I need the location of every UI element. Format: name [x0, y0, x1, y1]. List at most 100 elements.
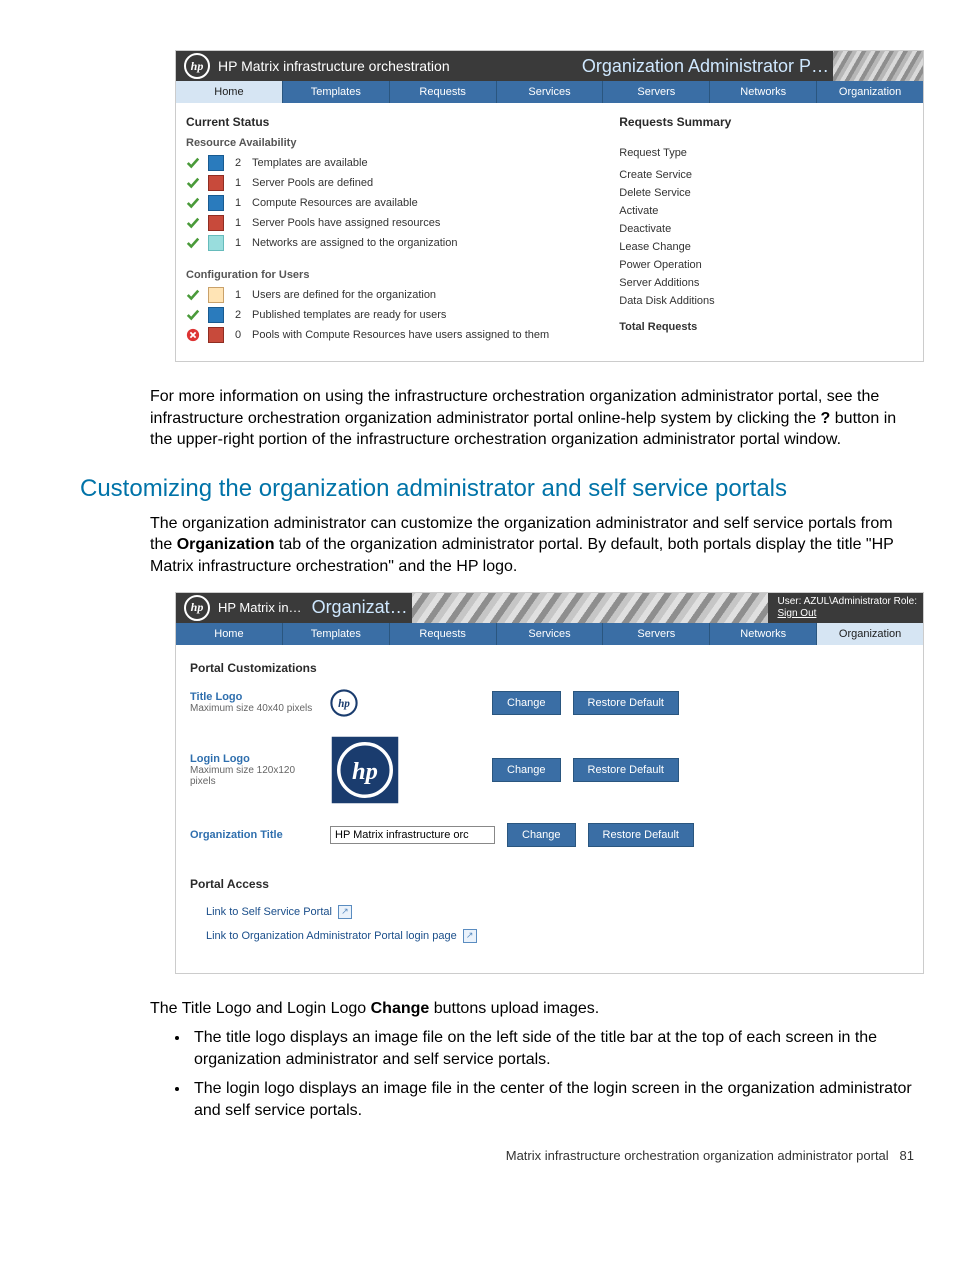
- count: 1: [232, 197, 244, 209]
- network-icon: [208, 235, 224, 251]
- status-row: 1 Users are defined for the organization: [186, 287, 599, 303]
- status-text: Users are defined for the organization: [252, 289, 436, 301]
- status-text: Server Pools are defined: [252, 177, 373, 189]
- status-row: 1 Server Pools are defined: [186, 175, 599, 191]
- requests-summary-title: Requests Summary: [619, 115, 913, 129]
- status-row: 0 Pools with Compute Resources have user…: [186, 327, 599, 343]
- sign-out-link[interactable]: Sign Out: [778, 608, 918, 620]
- count: 1: [232, 217, 244, 229]
- tab-home[interactable]: Home: [176, 81, 283, 103]
- svg-text:hp: hp: [338, 698, 350, 710]
- tab-requests[interactable]: Requests: [390, 81, 497, 103]
- template-icon: [208, 307, 224, 323]
- restore-default-button[interactable]: Restore Default: [573, 758, 679, 782]
- total-requests: Total Requests: [619, 321, 913, 333]
- status-row: 1 Compute Resources are available: [186, 195, 599, 211]
- tab-networks[interactable]: Networks: [710, 623, 817, 645]
- login-logo-preview: hp: [330, 735, 400, 805]
- check-icon: [186, 176, 200, 190]
- check-icon: [186, 216, 200, 230]
- change-button[interactable]: Change: [492, 758, 561, 782]
- external-link-icon: ↗: [463, 929, 477, 943]
- status-row: 1 Networks are assigned to the organizat…: [186, 235, 599, 251]
- login-logo-row: Login Logo Maximum size 120x120 pixels h…: [190, 735, 909, 805]
- label: Organization Title: [190, 829, 318, 841]
- restore-default-button[interactable]: Restore Default: [588, 823, 694, 847]
- app-title: HP Matrix in…: [218, 600, 302, 615]
- user-icon: [208, 287, 224, 303]
- screenshot-admin-portal-home: hp HP Matrix infrastructure orchestratio…: [175, 50, 924, 362]
- resource-availability-title: Resource Availability: [186, 137, 599, 149]
- portal-title: Organization Administrator P…: [582, 56, 829, 77]
- request-type-item: Activate: [619, 205, 913, 217]
- header-photo: [412, 593, 768, 623]
- external-link-icon: ↗: [338, 905, 352, 919]
- count: 1: [232, 237, 244, 249]
- title-bar: hp HP Matrix in… Organizat… User: AZUL\A…: [176, 593, 923, 623]
- user-info: User: AZUL\Administrator Role: Sign Out: [772, 594, 924, 622]
- tab-requests[interactable]: Requests: [390, 623, 497, 645]
- tab-servers[interactable]: Servers: [603, 623, 710, 645]
- app-title: HP Matrix infrastructure orchestration: [218, 58, 450, 74]
- paragraph: The Title Logo and Login Logo Change but…: [150, 998, 914, 1020]
- user-label: User: AZUL\Administrator Role:: [778, 596, 918, 608]
- tab-templates[interactable]: Templates: [283, 623, 390, 645]
- error-icon: [186, 328, 200, 342]
- portal-customizations-title: Portal Customizations: [190, 661, 909, 675]
- hint: Maximum size 120x120 pixels: [190, 765, 318, 787]
- request-type-item: Create Service: [619, 169, 913, 181]
- tab-bar: Home Templates Requests Services Servers…: [176, 81, 923, 103]
- hp-logo-icon: hp: [184, 595, 210, 621]
- template-icon: [208, 155, 224, 171]
- restore-default-button[interactable]: Restore Default: [573, 691, 679, 715]
- request-type-item: Delete Service: [619, 187, 913, 199]
- status-text: Server Pools have assigned resources: [252, 217, 440, 229]
- portal-access-title: Portal Access: [190, 877, 909, 891]
- tab-organization[interactable]: Organization: [817, 623, 923, 645]
- pool-icon: [208, 175, 224, 191]
- current-status-title: Current Status: [186, 115, 599, 129]
- hp-logo-icon: hp: [184, 53, 210, 79]
- check-icon: [186, 196, 200, 210]
- status-row: 1 Server Pools have assigned resources: [186, 215, 599, 231]
- status-text: Templates are available: [252, 157, 368, 169]
- tab-templates[interactable]: Templates: [283, 81, 390, 103]
- screenshot-portal-customizations: hp HP Matrix in… Organizat… User: AZUL\A…: [175, 592, 924, 974]
- tab-services[interactable]: Services: [497, 623, 604, 645]
- tab-servers[interactable]: Servers: [603, 81, 710, 103]
- paragraph: For more information on using the infras…: [150, 386, 914, 451]
- request-type-header: Request Type: [619, 147, 913, 159]
- status-text: Pools with Compute Resources have users …: [252, 329, 549, 341]
- hint: Maximum size 40x40 pixels: [190, 703, 318, 714]
- request-type-item: Lease Change: [619, 241, 913, 253]
- title-logo-row: Title Logo Maximum size 40x40 pixels hp …: [190, 689, 909, 717]
- admin-portal-login-link[interactable]: Link to Organization Administrator Porta…: [206, 929, 909, 943]
- tab-services[interactable]: Services: [497, 81, 604, 103]
- check-icon: [186, 308, 200, 322]
- change-button[interactable]: Change: [492, 691, 561, 715]
- label: Login Logo: [190, 753, 318, 765]
- title-bar: hp HP Matrix infrastructure orchestratio…: [176, 51, 923, 81]
- count: 0: [232, 329, 244, 341]
- tab-networks[interactable]: Networks: [710, 81, 817, 103]
- organization-title-input[interactable]: [330, 826, 495, 844]
- pool-icon: [208, 327, 224, 343]
- self-service-portal-link[interactable]: Link to Self Service Portal ↗: [206, 905, 909, 919]
- count: 1: [232, 289, 244, 301]
- check-icon: [186, 156, 200, 170]
- status-text: Compute Resources are available: [252, 197, 418, 209]
- bullet-item: The login logo displays an image file in…: [190, 1078, 914, 1121]
- portal-title: Organizat…: [312, 597, 408, 618]
- count: 2: [232, 157, 244, 169]
- organization-title-row: Organization Title Change Restore Defaul…: [190, 823, 909, 847]
- change-button[interactable]: Change: [507, 823, 576, 847]
- request-type-item: Power Operation: [619, 259, 913, 271]
- configuration-for-users-title: Configuration for Users: [186, 269, 599, 281]
- page-footer: Matrix infrastructure orchestration orga…: [80, 1148, 914, 1163]
- tab-home[interactable]: Home: [176, 623, 283, 645]
- svg-text:hp: hp: [352, 757, 378, 784]
- status-row: 2 Templates are available: [186, 155, 599, 171]
- pool-icon: [208, 215, 224, 231]
- tab-organization[interactable]: Organization: [817, 81, 923, 103]
- check-icon: [186, 236, 200, 250]
